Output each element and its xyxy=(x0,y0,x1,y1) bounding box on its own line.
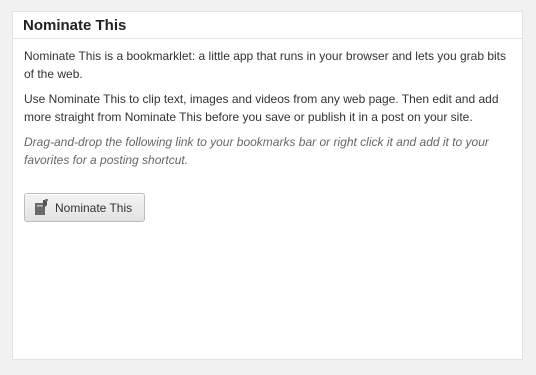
panel-header: Nominate This xyxy=(13,12,522,39)
button-label: Nominate This xyxy=(55,200,133,215)
edit-icon xyxy=(34,199,49,216)
panel-body: Nominate This is a bookmarklet: a little… xyxy=(13,39,522,222)
bookmark-hint: Drag-and-drop the following link to your… xyxy=(24,135,489,167)
usage-paragraph: Use Nominate This to clip text, images a… xyxy=(24,92,499,124)
panel-title: Nominate This xyxy=(23,17,127,34)
description-paragraph: Nominate This is a bookmarklet: a little… xyxy=(24,49,507,81)
nominate-this-panel: Nominate This Nominate This is a bookmar… xyxy=(12,11,523,360)
nominate-this-bookmarklet-button[interactable]: Nominate This xyxy=(24,193,146,222)
